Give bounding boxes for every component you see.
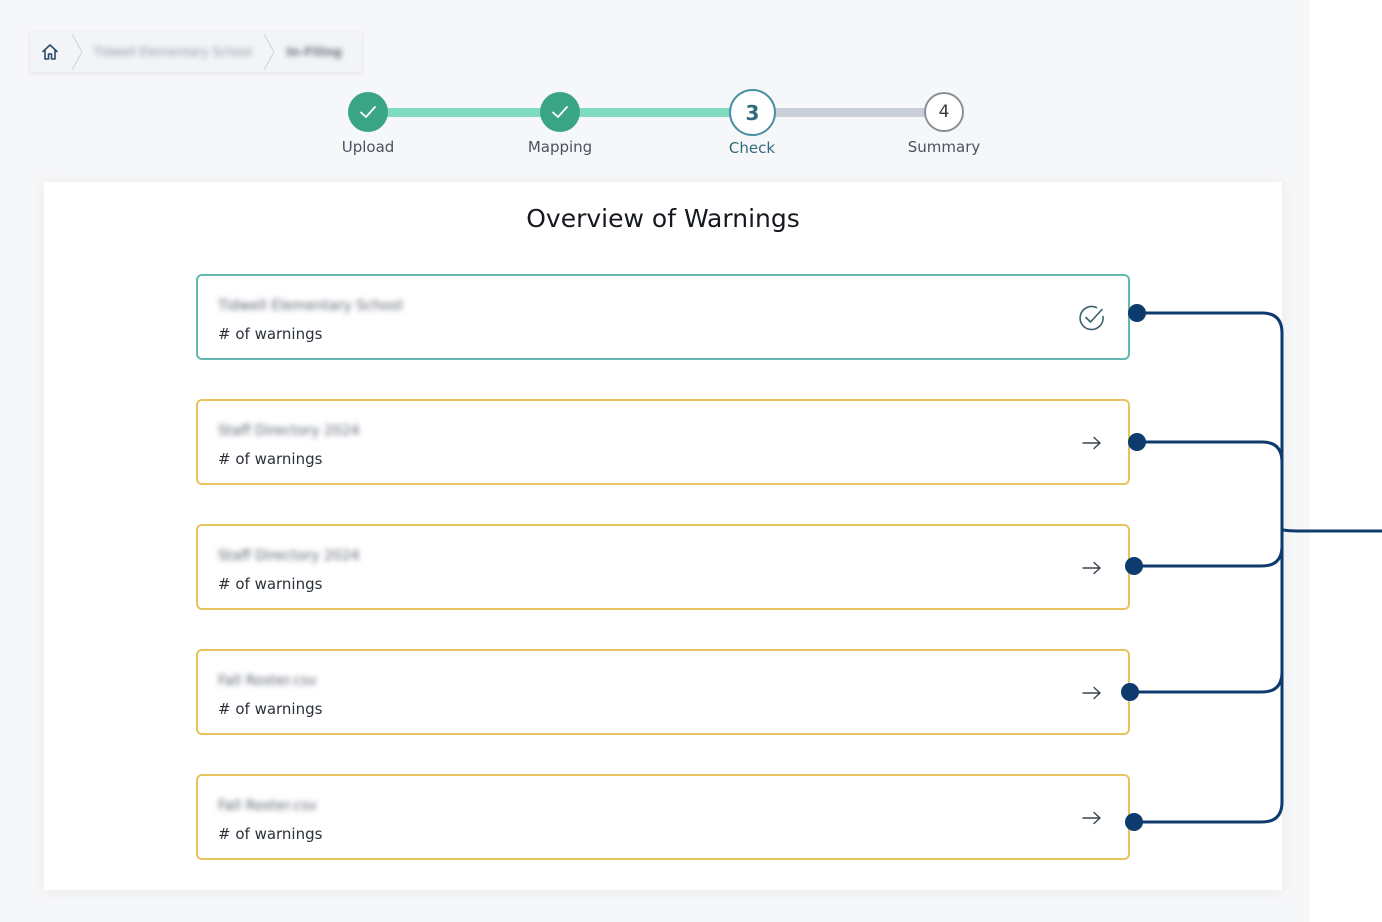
step-check-number[interactable]: 3 — [729, 89, 776, 136]
warning-count-label: # of warnings — [218, 575, 323, 593]
step-label-upload: Upload — [341, 138, 395, 156]
warnings-card: Overview of Warnings Tidwell Elementary … — [44, 182, 1282, 890]
warning-count-label: # of warnings — [218, 450, 323, 468]
step-connector-1 — [386, 108, 544, 117]
step-upload-check-icon[interactable] — [348, 92, 388, 132]
warning-item-5[interactable]: Fall Roster.csv # of warnings — [196, 774, 1130, 860]
arrow-right-icon[interactable] — [1076, 677, 1108, 709]
step-connector-2 — [578, 108, 732, 117]
warning-item-1[interactable]: Tidwell Elementary School # of warnings — [196, 274, 1130, 360]
page-title: Overview of Warnings — [526, 204, 800, 233]
warning-count-label: # of warnings — [218, 825, 323, 843]
warning-item-name: Staff Directory 2024 — [218, 548, 360, 564]
warning-count-label: # of warnings — [218, 325, 323, 343]
warning-item-name: Fall Roster.csv — [218, 673, 317, 689]
warning-item-3[interactable]: Staff Directory 2024 # of warnings — [196, 524, 1130, 610]
warning-item-name: Tidwell Elementary School — [218, 298, 403, 314]
step-label-summary: Summary — [907, 138, 981, 156]
warning-item-4[interactable]: Fall Roster.csv # of warnings — [196, 649, 1130, 735]
arrow-right-icon[interactable] — [1076, 552, 1108, 584]
warning-item-2[interactable]: Staff Directory 2024 # of warnings — [196, 399, 1130, 485]
step-label-mapping: Mapping — [527, 138, 593, 156]
step-summary-number[interactable]: 4 — [924, 92, 964, 132]
warning-item-name: Staff Directory 2024 — [218, 423, 360, 439]
step-mapping-check-icon[interactable] — [540, 92, 580, 132]
step-label-check: Check — [728, 139, 776, 157]
warning-item-name: Fall Roster.csv — [218, 798, 317, 814]
arrow-right-icon[interactable] — [1076, 802, 1108, 834]
check-circle-icon — [1076, 302, 1108, 334]
step-connector-3 — [772, 108, 926, 117]
warning-count-label: # of warnings — [218, 700, 323, 718]
progress-stepper: 3 4 Upload Mapping Check Summary — [0, 0, 1310, 170]
arrow-right-icon[interactable] — [1076, 427, 1108, 459]
